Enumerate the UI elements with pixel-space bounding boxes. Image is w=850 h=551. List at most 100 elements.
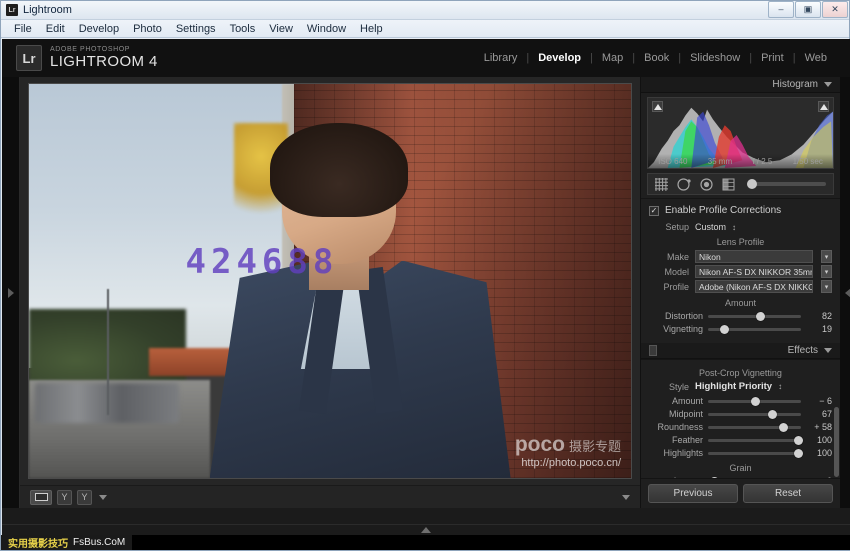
effects-chevron-down-icon[interactable] (824, 348, 832, 353)
vignette-amount-label: Amount (671, 396, 703, 406)
menu-window[interactable]: Window (301, 22, 352, 36)
right-panel-collapsed[interactable] (840, 77, 850, 508)
photo-stage: 424688 poco 摄影专题 http://photo.poco.cn/ (20, 77, 640, 485)
photo-toolbar: Y Y (20, 485, 640, 508)
grain-amount-row[interactable]: Amount 0 (649, 476, 832, 478)
menu-tools[interactable]: Tools (224, 22, 262, 36)
menu-view[interactable]: View (263, 22, 299, 36)
brush-slider-knob[interactable] (747, 179, 757, 189)
previous-button[interactable]: Previous (648, 484, 738, 503)
reset-button[interactable]: Reset (743, 484, 833, 503)
vignette-highlights-track[interactable] (708, 448, 804, 458)
module-library[interactable]: Library (475, 52, 527, 64)
vignetting-slider-track[interactable] (708, 324, 801, 334)
right-panel-scroll-area: Histogram ISO 640 35 mm f / 2.5 1/50 sec… (641, 77, 840, 478)
vignette-style-row[interactable]: Style Highlight Priority ↕ (649, 381, 832, 392)
expand-left-panel-icon (8, 287, 14, 298)
crop-overlay-icon[interactable] (655, 177, 668, 191)
histogram-graph[interactable]: ISO 640 35 mm f / 2.5 1/50 sec (647, 97, 834, 169)
after-view-button[interactable]: Y (77, 489, 92, 505)
view-options-chevron-down-icon[interactable] (99, 494, 107, 500)
vignette-highlights-row[interactable]: Highlights 100 (649, 448, 832, 458)
spot-removal-icon[interactable] (677, 177, 691, 191)
menu-edit[interactable]: Edit (40, 22, 71, 36)
vignette-feather-track[interactable] (708, 435, 804, 445)
vignette-midpoint-knob[interactable] (767, 409, 777, 419)
lens-profile-row[interactable]: Profile Adobe (Nikon AF-S DX NIKKO... ▾ (649, 280, 832, 293)
histogram-panel-header[interactable]: Histogram (641, 77, 840, 93)
taskbar-item[interactable]: 实用摄影技巧 FsBus.CoM (1, 535, 133, 550)
lens-model-value[interactable]: Nikon AF-S DX NIKKOR 35mm... (695, 265, 813, 278)
photo-subject-man (209, 116, 511, 478)
module-develop[interactable]: Develop (529, 52, 590, 64)
close-button[interactable]: ✕ (822, 0, 848, 18)
left-panel-collapsed[interactable] (2, 77, 20, 508)
vignette-highlights-label: Highlights (663, 448, 703, 458)
menu-photo[interactable]: Photo (127, 22, 168, 36)
enable-profile-corrections-checkbox[interactable]: ✓ (649, 205, 659, 216)
module-map[interactable]: Map (593, 52, 632, 64)
lens-make-chevron-down-icon[interactable]: ▾ (821, 250, 832, 263)
vignetting-slider-row[interactable]: Vignetting 19 (649, 324, 832, 334)
adjustment-brush-size-slider[interactable] (747, 179, 826, 189)
vignette-midpoint-row[interactable]: Midpoint 67 (649, 409, 832, 419)
windows-taskbar: 实用摄影技巧 FsBus.CoM (1, 535, 850, 550)
shadow-clipping-indicator[interactable] (652, 101, 663, 112)
module-picker: Library | Develop | Map | Book | Slidesh… (475, 52, 836, 64)
vignette-feather-row[interactable]: Feather 100 (649, 435, 832, 445)
vignetting-slider-knob[interactable] (720, 324, 730, 334)
lens-model-chevron-down-icon[interactable]: ▾ (821, 265, 832, 278)
grain-amount-knob[interactable] (709, 476, 719, 478)
vignette-feather-knob[interactable] (794, 435, 804, 445)
toolbar-chevron-down-icon[interactable] (622, 494, 630, 500)
graduated-filter-icon[interactable] (722, 178, 736, 191)
distortion-slider-track[interactable] (708, 311, 801, 321)
lens-make-value[interactable]: Nikon (695, 250, 813, 263)
minimize-button[interactable]: – (768, 0, 794, 18)
right-panel-scrollbar[interactable] (834, 407, 839, 477)
vignette-roundness-knob[interactable] (778, 422, 788, 432)
module-slideshow[interactable]: Slideshow (681, 52, 749, 64)
vignette-amount-row[interactable]: Amount − 6 (649, 396, 832, 406)
poco-logo-line: poco 摄影专题 (515, 433, 621, 457)
red-eye-icon[interactable] (700, 177, 713, 191)
filmstrip-chevron-up-icon[interactable] (421, 527, 431, 533)
effects-section: Post-Crop Vignetting Style Highlight Pri… (641, 359, 840, 478)
vignette-highlights-knob[interactable] (794, 448, 804, 458)
setup-popup-icon[interactable]: ↕ (732, 223, 736, 232)
maximize-button[interactable]: ▣ (795, 0, 821, 18)
histogram-chevron-down-icon[interactable] (824, 82, 832, 87)
setup-value[interactable]: Custom (695, 222, 726, 232)
menu-settings[interactable]: Settings (170, 22, 222, 36)
menu-file[interactable]: File (8, 22, 38, 36)
lens-make-row[interactable]: Make Nikon ▾ (649, 250, 832, 263)
enable-profile-corrections-row[interactable]: ✓ Enable Profile Corrections (649, 202, 832, 220)
vignette-roundness-label: Roundness (657, 422, 703, 432)
vignette-midpoint-track[interactable] (708, 409, 801, 419)
module-web[interactable]: Web (796, 52, 836, 64)
vignette-roundness-row[interactable]: Roundness + 58 (649, 422, 832, 432)
setup-row[interactable]: Setup Custom ↕ (649, 222, 832, 232)
before-view-button[interactable]: Y (57, 489, 72, 505)
lens-model-row[interactable]: Model Nikon AF-S DX NIKKOR 35mm... ▾ (649, 265, 832, 278)
lens-profile-chevron-down-icon[interactable]: ▾ (821, 280, 832, 293)
loupe-view-button[interactable] (30, 489, 52, 505)
develop-photo-preview[interactable]: 424688 poco 摄影专题 http://photo.poco.cn/ (29, 84, 631, 478)
module-book[interactable]: Book (635, 52, 678, 64)
vignette-amount-track[interactable] (708, 396, 801, 406)
effects-panel-header[interactable]: Effects (641, 343, 840, 359)
vignette-style-popup-icon[interactable]: ↕ (778, 382, 782, 391)
lens-profile-value[interactable]: Adobe (Nikon AF-S DX NIKKO... (695, 280, 813, 293)
highlight-clipping-indicator[interactable] (818, 101, 829, 112)
vignette-roundness-track[interactable] (708, 422, 801, 432)
menu-develop[interactable]: Develop (73, 22, 125, 36)
distortion-slider-knob[interactable] (756, 311, 766, 321)
vignette-amount-knob[interactable] (750, 396, 760, 406)
identity-plate[interactable]: Lr ADOBE PHOTOSHOP LIGHTROOM 4 (16, 45, 158, 71)
distortion-slider-row[interactable]: Distortion 82 (649, 311, 832, 321)
vignette-style-value[interactable]: Highlight Priority (695, 381, 772, 392)
window-title: Lightroom (23, 4, 72, 16)
menu-help[interactable]: Help (354, 22, 389, 36)
module-print[interactable]: Print (752, 52, 793, 64)
effects-panel-switch[interactable] (649, 345, 657, 356)
